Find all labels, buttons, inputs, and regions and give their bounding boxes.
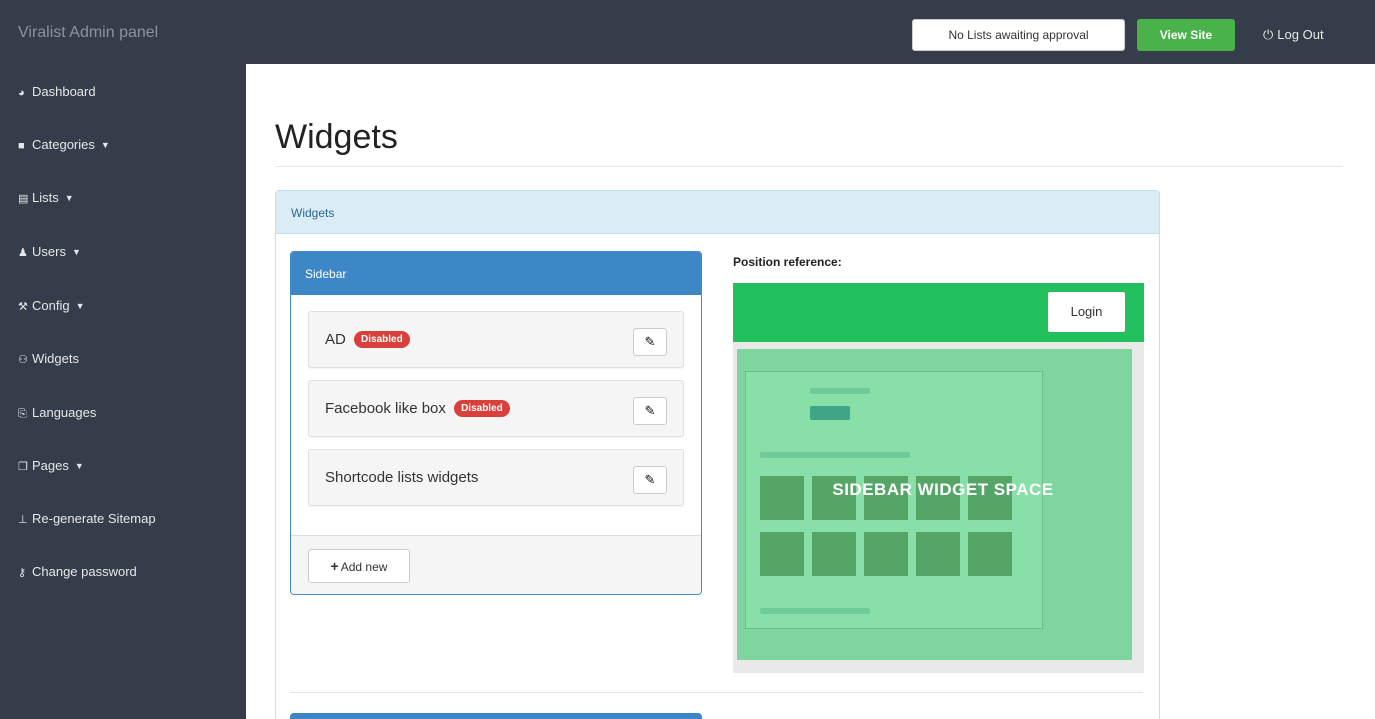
pending-lists-button[interactable]: No Lists awaiting approval <box>912 19 1125 51</box>
sidebar-item-label: Dashboard <box>32 84 96 99</box>
sidebar-item-label: Change password <box>32 564 137 579</box>
sidebar-item-lists[interactable]: ▤ Lists ▼ <box>18 190 74 205</box>
plus-icon: + <box>330 558 339 574</box>
widget-name: AD Disabled <box>325 331 410 348</box>
sidebar-widget-space-overlay <box>737 349 1132 660</box>
sidebar-item-users[interactable]: ♟ Users ▼ <box>18 244 81 259</box>
disabled-badge: Disabled <box>354 331 410 348</box>
widget-space-label: SIDEBAR WIDGET SPACE <box>832 480 1054 499</box>
widget-name-label: Facebook like box <box>325 400 446 417</box>
sidebar-item-categories[interactable]: ■ Categories ▼ <box>18 137 110 152</box>
widget-name: Facebook like box Disabled <box>325 400 510 417</box>
key-icon: ⚷ <box>18 567 27 579</box>
logout-label: Log Out <box>1277 27 1324 42</box>
sidebar-item-languages[interactable]: ⎘ Languages <box>18 405 96 421</box>
title-divider <box>275 166 1343 167</box>
widget-box-footer: + Add new <box>291 535 701 594</box>
sidebar-item-label: Pages <box>32 458 69 473</box>
next-widget-box <box>290 713 702 719</box>
panel-title: Widgets <box>291 206 335 220</box>
disabled-badge: Disabled <box>454 400 510 417</box>
add-new-button[interactable]: + Add new <box>308 549 410 583</box>
sidebar-item-config[interactable]: ⚒ Config ▼ <box>18 298 85 313</box>
widget-row-shortcode[interactable]: Shortcode lists widgets ✎ <box>308 449 684 506</box>
sidebar-item-dashboard[interactable]: ◕ Dashboard <box>18 84 96 99</box>
translate-icon: ⎘ <box>18 408 27 420</box>
preview-header-bar: Login <box>733 283 1144 342</box>
sidebar-item-change-password[interactable]: ⚷ Change password <box>18 564 137 579</box>
sidebar-item-label: Re-generate Sitemap <box>32 511 156 526</box>
pages-icon: ❐ <box>18 461 28 473</box>
sidebar-item-label: Config <box>32 298 70 313</box>
sidebar: ◕ Dashboard ■ Categories ▼ ▤ Lists ▼ ♟ Users ▼ … <box>0 64 246 719</box>
file-icon: ▤ <box>18 193 29 205</box>
widget-name-label: AD <box>325 331 346 348</box>
caret-down-icon: ▼ <box>71 247 81 257</box>
dashboard-icon: ◕ <box>18 87 25 99</box>
power-icon: ⏻ <box>1263 27 1274 42</box>
widget-row-facebook[interactable]: Facebook like box Disabled ✎ <box>308 380 684 437</box>
folder-icon: ■ <box>18 140 25 152</box>
widget-name-label: Shortcode lists widgets <box>325 469 479 486</box>
sidebar-item-label: Categories <box>32 137 95 152</box>
view-site-button[interactable]: View Site <box>1137 19 1235 51</box>
caret-down-icon: ▼ <box>74 461 84 471</box>
top-navbar: Viralist Admin panel No Lists awaiting a… <box>0 0 1375 64</box>
sidebar-item-widgets[interactable]: ⚇ Widgets <box>18 351 79 366</box>
widget-box-title: Sidebar <box>305 267 347 281</box>
page-title: Widgets <box>275 118 398 156</box>
brand-title[interactable]: Viralist Admin panel <box>18 24 158 42</box>
caret-down-icon: ▼ <box>64 193 74 203</box>
position-reference-label: Position reference: <box>733 255 842 269</box>
caret-down-icon: ▼ <box>75 301 85 311</box>
widget-name: Shortcode lists widgets <box>325 469 478 486</box>
preview-login-button: Login <box>1048 292 1125 332</box>
edit-button[interactable]: ✎ <box>633 328 667 356</box>
wrench-icon: ⚒ <box>18 301 28 313</box>
position-preview: Login SIDEBAR WIDGET SPACE <box>733 283 1144 673</box>
section-divider <box>290 692 1143 693</box>
sidebar-item-label: Users <box>32 244 66 259</box>
add-new-label: Add new <box>340 560 388 574</box>
sidebar-item-pages[interactable]: ❐ Pages ▼ <box>18 458 84 473</box>
widget-box-heading: Sidebar <box>291 252 701 295</box>
edit-button[interactable]: ✎ <box>633 397 667 425</box>
sidebar-item-regenerate-sitemap[interactable]: ⊥ Re-generate Sitemap <box>18 511 156 526</box>
user-icon: ♟ <box>18 247 28 259</box>
pencil-icon: ✎ <box>644 334 656 349</box>
widget-row-ad[interactable]: AD Disabled ✎ <box>308 311 684 368</box>
caret-down-icon: ▼ <box>100 140 110 150</box>
sidebar-item-label: Widgets <box>32 351 79 366</box>
pencil-icon: ✎ <box>644 472 656 487</box>
sidebar-widget-box: Sidebar AD Disabled ✎ Facebook like box … <box>290 251 702 595</box>
panel-heading: Widgets <box>276 191 1159 234</box>
edit-button[interactable]: ✎ <box>633 466 667 494</box>
sidebar-item-label: Languages <box>32 405 97 420</box>
pencil-icon: ✎ <box>644 403 656 418</box>
sitemap-icon: ⚇ <box>18 354 28 366</box>
logout-button[interactable]: ⏻ Log Out <box>1263 27 1324 43</box>
sidebar-item-label: Lists <box>32 190 59 205</box>
sitemap-tree-icon: ⊥ <box>18 514 28 526</box>
